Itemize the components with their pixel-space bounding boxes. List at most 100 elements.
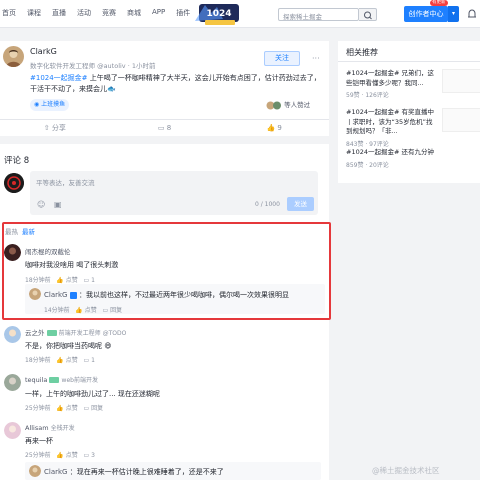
divider	[338, 61, 480, 62]
comment-time: 25分钟前	[25, 452, 51, 459]
comment-text: 再来一杯	[25, 437, 53, 445]
highlight-box	[2, 222, 331, 320]
reply-line: ClarkG ：现在再来一杯估计晚上很难睡着了，还是不来了	[44, 467, 224, 477]
like-count: 9	[277, 124, 282, 132]
like-icon[interactable]: 👍	[56, 357, 63, 364]
like-label[interactable]: 点赞	[66, 357, 78, 364]
like-icon[interactable]: 👍	[56, 452, 63, 459]
post-card: ClarkG 数字化软件开发工程师 @autoliv · 1小时前 关注 ···…	[0, 41, 329, 136]
related-item[interactable]: #1024一起掘金# 有奖直播中丨求职时，该为“35岁危机”找到规划吗？「非..…	[346, 108, 480, 148]
nav-app[interactable]: APP	[152, 8, 165, 18]
top-header: 首页 课程 直播 活动 竞赛 商城 APP 插件 1024 探索稀土掘金 创作者…	[0, 0, 480, 28]
commenter-avatar[interactable]	[4, 422, 21, 439]
main-nav: 首页 课程 直播 活动 竞赛 商城 APP 插件	[0, 8, 201, 18]
reply-icon[interactable]: ▭	[84, 452, 90, 459]
author-avatar[interactable]	[3, 46, 24, 67]
commenter-name: tequila web前端开发	[25, 375, 98, 384]
comment-meta: 25分钟前 👍 点赞 ▭ 回复	[25, 403, 103, 412]
related-stats: 859赞 · 20评论	[346, 161, 389, 169]
reply-icon[interactable]: ▭	[84, 405, 90, 412]
send-button[interactable]: 发送	[287, 197, 314, 211]
reply-item: ClarkG ：现在再来一杯估计晚上很难睡着了，还是不来了	[25, 462, 321, 480]
commenter-title: web前端开发	[61, 377, 98, 384]
creator-center-button[interactable]: 创作者中心	[404, 6, 448, 22]
share-label: 分享	[51, 124, 66, 132]
nav-events[interactable]: 活动	[77, 8, 91, 18]
comment-time: 25分钟前	[25, 405, 51, 412]
comment-meta: 18分钟前 👍 点赞 ▭ 1	[25, 355, 95, 364]
related-text: #1024一起掘金# 兄弟们，这些铠甲看懂多少呢？我同...	[346, 69, 435, 87]
replier-avatar[interactable]	[29, 465, 41, 477]
comment-editor[interactable]: 平等表达，友善交流 ☺ ▣ 0 / 1000 发送	[30, 171, 318, 215]
nav-mall[interactable]: 商城	[127, 8, 141, 18]
share-button[interactable]: ⇧ 分享	[0, 120, 110, 136]
comment-button[interactable]: ▭ 8	[110, 120, 220, 136]
commenter-name-text[interactable]: Allisam	[25, 424, 49, 432]
comment-title: 评论 8	[4, 156, 30, 166]
circle-label: 上班摸鱼	[41, 101, 66, 108]
reply-text: ：现在再来一杯估计晚上很难睡着了，还是不来了	[69, 468, 224, 476]
topic-tag[interactable]: #1024一起掘金#	[30, 74, 88, 82]
related-title: 相关推荐	[346, 48, 378, 57]
search-button[interactable]	[359, 8, 377, 21]
char-count: 0 / 1000	[255, 201, 280, 208]
level-badge-icon	[49, 377, 60, 383]
commenter-avatar[interactable]	[4, 374, 21, 391]
related-stats: 843赞 · 97评论	[346, 140, 389, 148]
liker-avatars-icon	[266, 101, 281, 109]
related-thumbnail	[442, 108, 480, 132]
replier-name[interactable]: ClarkG	[44, 468, 67, 476]
search-icon	[364, 11, 372, 20]
nav-plugins[interactable]: 插件	[176, 8, 190, 18]
nav-courses[interactable]: 课程	[27, 8, 41, 18]
liked-by-label: 等人赞过	[284, 101, 311, 109]
like-label[interactable]: 点赞	[66, 452, 78, 459]
comment-meta: 25分钟前 👍 点赞 ▭ 3	[25, 450, 95, 459]
related-item[interactable]: #1024一起掘金# 还有九分钟 859赞 · 20评论	[346, 148, 476, 169]
nav-live[interactable]: 直播	[52, 8, 66, 18]
like-icon[interactable]: 👍	[56, 405, 63, 412]
commenter-title: 前端开发工程师 @TODO	[58, 330, 127, 337]
1024-logo[interactable]: 1024	[191, 1, 243, 27]
commenter-name: 云之外 前端开发工程师 @TODO	[25, 327, 126, 337]
reply-count[interactable]: 1	[91, 357, 95, 364]
commenter-avatar[interactable]	[4, 326, 21, 343]
author-name[interactable]: ClarkG	[30, 47, 57, 56]
chevron-down-icon[interactable]: ▾	[448, 6, 459, 22]
reply-count[interactable]: 3	[91, 452, 95, 459]
more-icon[interactable]: ···	[312, 54, 320, 63]
image-icon[interactable]: ▣	[54, 200, 62, 209]
related-text: #1024一起掘金# 还有九分钟	[346, 148, 435, 156]
commenter-name-text[interactable]: tequila	[25, 376, 47, 384]
svg-text:1024: 1024	[206, 9, 231, 19]
nav-home[interactable]: 首页	[2, 8, 16, 18]
nav-contests[interactable]: 竞赛	[102, 8, 116, 18]
follow-button[interactable]: 关注	[264, 51, 300, 66]
post-actions: ⇧ 分享 ▭ 8 👍 9	[0, 119, 329, 136]
reply-icon[interactable]: ▭	[84, 357, 90, 364]
author-meta: 数字化软件开发工程师 @autoliv · 1小时前	[30, 62, 156, 70]
watermark: @稀土掘金技术社区	[372, 466, 440, 475]
comment-text: 不是，你把咖啡当药喝呢 😄	[25, 342, 112, 350]
related-text: #1024一起掘金# 有奖直播中丨求职时，该为“35岁危机”找到规划吗？「非..…	[346, 108, 435, 135]
comment-time: 18分钟前	[25, 357, 51, 364]
new-badge: 有更新	[430, 0, 448, 6]
emoji-icon[interactable]: ☺	[37, 200, 45, 209]
like-label[interactable]: 点赞	[66, 405, 78, 412]
liked-by: 等人赞过	[266, 99, 310, 110]
post-content: #1024一起掘金# 上午喝了一杯咖啡精神了大半天，这会儿开始有点困了，估计药劲…	[30, 73, 322, 95]
like-button[interactable]: 👍 9	[219, 120, 329, 136]
circle-pill[interactable]: ◉ 上班摸鱼	[30, 99, 70, 111]
comment-placeholder: 平等表达，友善交流	[36, 179, 95, 187]
bell-icon[interactable]	[466, 8, 478, 20]
reply-label[interactable]: 回复	[91, 405, 103, 412]
my-avatar	[4, 173, 24, 193]
commenter-name: Allisam 全栈开发	[25, 423, 75, 432]
search-input[interactable]: 探索稀土掘金	[278, 8, 359, 21]
related-item[interactable]: #1024一起掘金# 兄弟们，这些铠甲看懂多少呢？我同... 59赞 · 126…	[346, 69, 480, 99]
related-panel: 相关推荐 #1024一起掘金# 兄弟们，这些铠甲看懂多少呢？我同... 59赞 …	[338, 41, 480, 183]
related-thumbnail	[442, 69, 480, 93]
level-badge-icon	[46, 330, 57, 336]
comment-text: 一样，上午的咖啡劲儿过了... 现在还迷糊呢	[25, 390, 160, 398]
commenter-name-text[interactable]: 云之外	[25, 329, 45, 337]
